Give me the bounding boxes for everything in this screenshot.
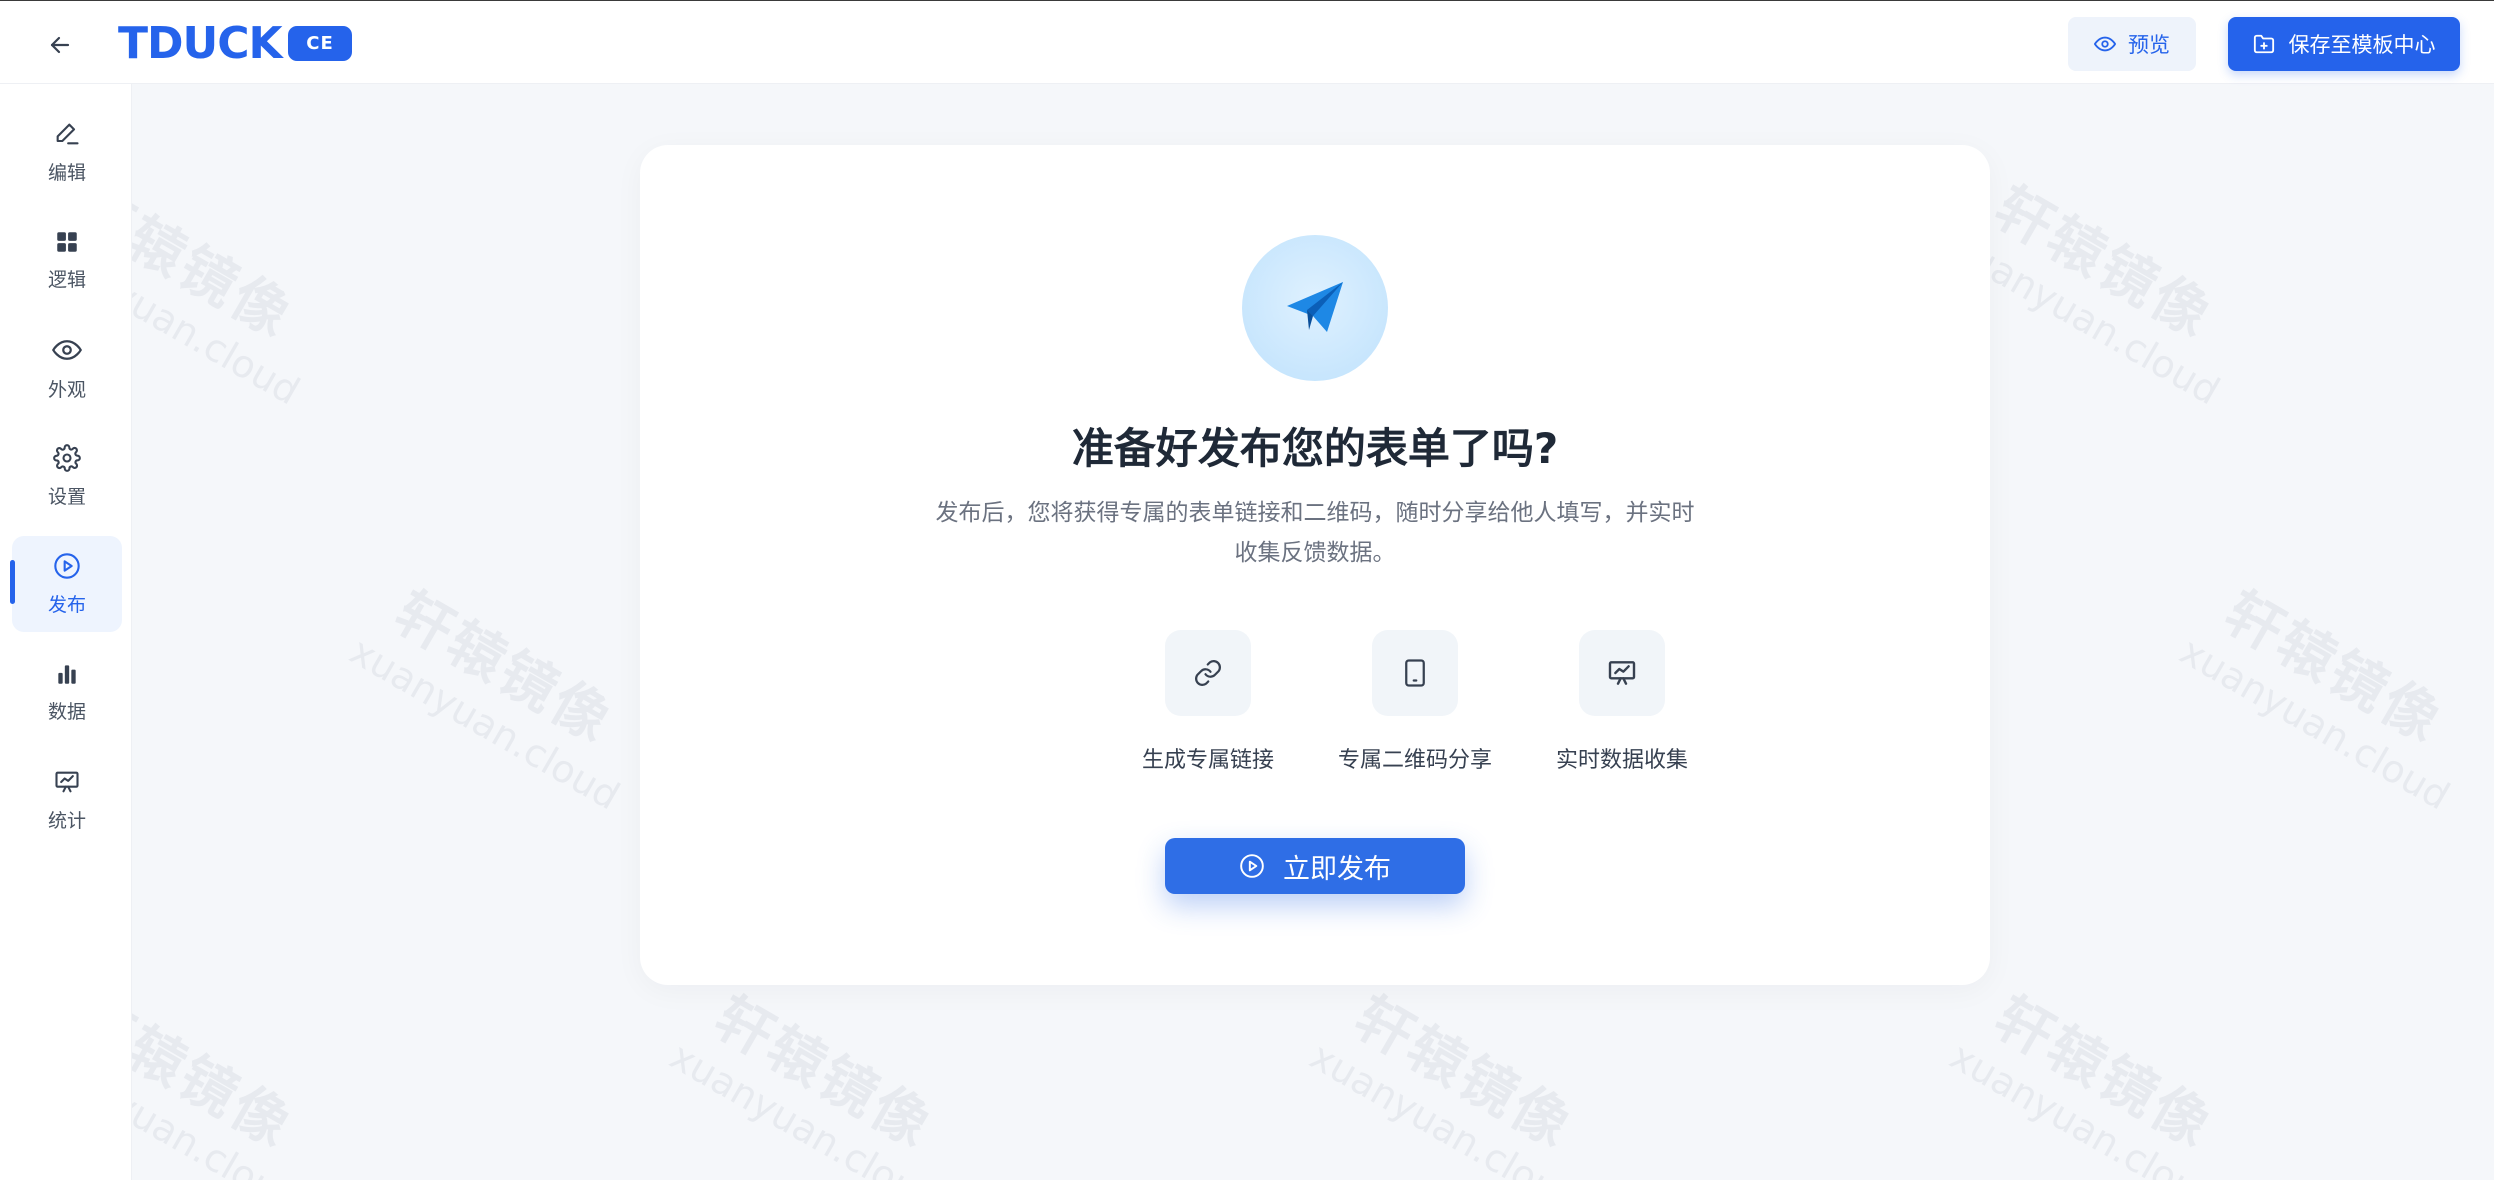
- publish-card: 准备好发布您的表单了吗? 发布后，您将获得专属的表单链接和二维码，随时分享给他人…: [640, 145, 1990, 985]
- sidebar-item-statistics[interactable]: 统计: [12, 752, 122, 848]
- sidebar-item-label: 设置: [47, 485, 86, 508]
- watermark: 轩辕镜像xuanyuan.cloud: [2172, 579, 2458, 819]
- publish-button-label: 立即发布: [1283, 853, 1391, 885]
- gear-icon: [53, 443, 81, 472]
- watermark: 轩辕镜像xuanyuan.cloud: [662, 984, 948, 1180]
- bar-chart-icon: [58, 664, 76, 684]
- sidebar-item-label: 外观: [47, 378, 86, 401]
- feature-icon-box: [1165, 630, 1251, 716]
- sidebar-item-settings[interactable]: 设置: [12, 428, 122, 524]
- feature-realtime: 实时数据收集: [1522, 630, 1722, 780]
- publish-now-button[interactable]: 立即发布: [1165, 838, 1465, 894]
- top-header: TDUCK CE 预览 保存至模板中心: [0, 0, 2494, 84]
- watermark: 轩辕镜像xuanyuan.cloud: [1942, 174, 2228, 414]
- sidebar-item-label: 发布: [47, 593, 86, 616]
- feature-icon-box: [1372, 630, 1458, 716]
- feature-label: 实时数据收集: [1555, 748, 1688, 773]
- arrow-left-icon: [50, 36, 70, 54]
- play-circle-icon: [54, 552, 80, 579]
- preview-button[interactable]: 预览: [2068, 17, 2196, 71]
- sidebar-item-label: 编辑: [47, 161, 86, 184]
- feature-qrcode: 专属二维码分享: [1315, 630, 1515, 780]
- feature-link: 生成专属链接: [1108, 630, 1308, 780]
- app-logo: TDUCK: [118, 18, 283, 69]
- sidebar-item-label: 数据: [47, 700, 86, 723]
- feature-label: 生成专属链接: [1141, 748, 1274, 773]
- sidebar-item-data[interactable]: 数据: [12, 644, 122, 740]
- sidebar-item-edit[interactable]: 编辑: [12, 104, 122, 200]
- back-button[interactable]: [40, 25, 80, 65]
- sidebar-item-logic[interactable]: 逻辑: [12, 212, 122, 308]
- eye-icon: [52, 339, 82, 360]
- sidebar-item-label: 逻辑: [47, 268, 86, 291]
- eye-icon: [2094, 36, 2116, 52]
- sidebar-item-publish[interactable]: 发布: [12, 536, 122, 632]
- folder-plus-icon: [2253, 34, 2274, 54]
- page-title: 准备好发布您的表单了吗?: [1071, 424, 1559, 473]
- watermark: 轩辕镜像xuanyuan.cloud: [1302, 984, 1588, 1180]
- grid-icon: [57, 231, 77, 252]
- edition-badge: CE: [288, 26, 352, 61]
- feature-label: 专属二维码分享: [1337, 748, 1492, 773]
- presentation-chart-icon: [1608, 661, 1636, 685]
- watermark: 轩辕镜像xuanyuan.cloud: [342, 579, 628, 819]
- pen-icon: [56, 123, 79, 144]
- preview-button-label: 预览: [2128, 33, 2170, 57]
- link-icon: [1195, 660, 1221, 686]
- watermark: 轩辕镜像xuanyuan.cloud: [1942, 984, 2228, 1180]
- save-to-template-button[interactable]: 保存至模板中心: [2228, 17, 2460, 71]
- play-circle-icon: [1240, 854, 1264, 878]
- page-description: 发布后，您将获得专属的表单链接和二维码，随时分享给他人填写，并实时收集反馈数据。: [935, 500, 1695, 566]
- paper-plane-icon: [1287, 282, 1343, 332]
- sidebar-item-appearance[interactable]: 外观: [12, 320, 122, 416]
- feature-icon-box: [1579, 630, 1665, 716]
- active-indicator: [10, 560, 15, 604]
- save-button-label: 保存至模板中心: [2288, 33, 2436, 57]
- sidebar-item-label: 统计: [47, 809, 86, 832]
- tablet-icon: [1405, 659, 1425, 687]
- presentation-chart-icon: [55, 771, 79, 792]
- sidebar: 编辑 逻辑 外观 设置 发布 数据 统计: [0, 84, 132, 1180]
- publish-hero: [1242, 235, 1388, 381]
